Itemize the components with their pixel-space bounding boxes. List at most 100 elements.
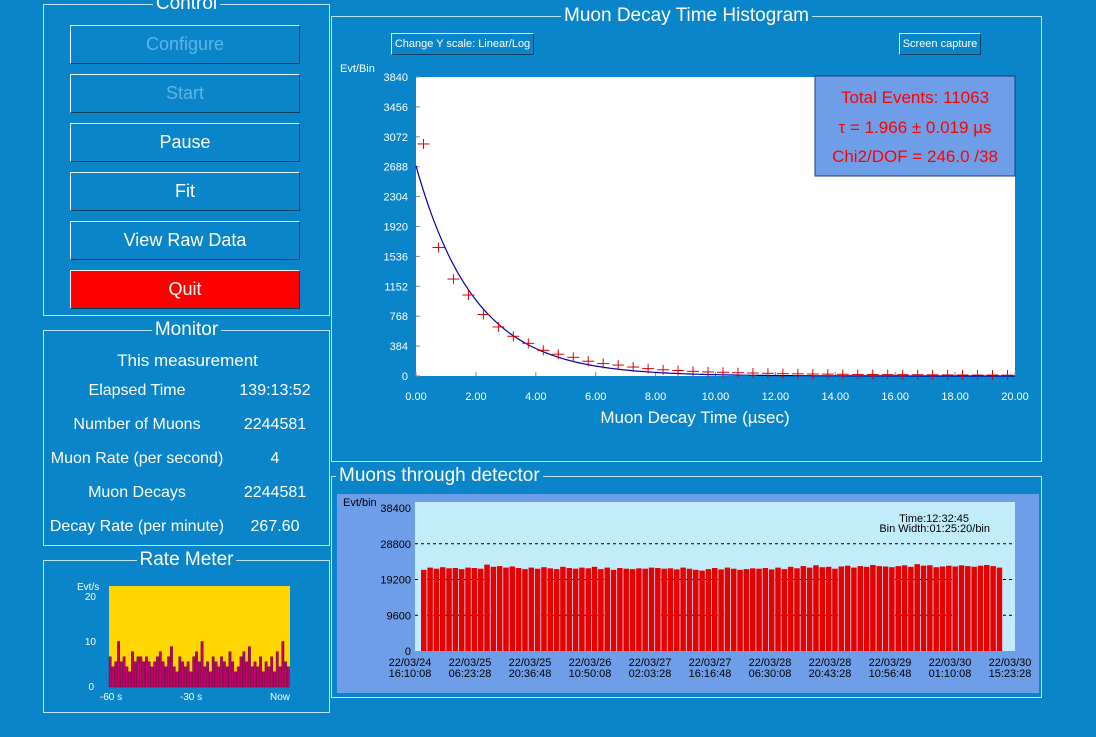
rate-meter-bar: [245, 661, 249, 688]
detector-bar: [825, 566, 832, 651]
histogram-xtick: 20.00: [1001, 391, 1029, 403]
detector-bar: [787, 566, 794, 651]
rate-meter-bar: [231, 661, 235, 688]
detector-bar: [598, 569, 604, 651]
detector-bar: [610, 569, 617, 651]
detector-bar: [990, 566, 996, 651]
detector-bar: [642, 568, 648, 651]
detector-bar: [984, 565, 990, 651]
detector-bar: [623, 568, 629, 651]
rate-meter-bar: [172, 666, 176, 688]
detector-bar: [534, 568, 541, 651]
detector-bar: [952, 566, 958, 651]
detector-bar: [579, 567, 585, 651]
rate-meter-bar: [239, 656, 243, 688]
rate-meter-bar: [181, 661, 184, 688]
detector-bar: [889, 567, 895, 651]
detector-bar: [775, 567, 781, 651]
rate-meter-bar: [136, 656, 140, 688]
rate-meter-bar: [128, 671, 132, 688]
detector-bar: [667, 568, 674, 651]
detector-xtick: 22/03/27 16:16:48: [689, 657, 732, 680]
detector-bar: [629, 569, 636, 651]
detector-ytick: 28800: [380, 539, 411, 551]
detector-ylabel: Evt/bin: [343, 497, 377, 509]
rate-meter-bar: [153, 661, 157, 688]
detector-xtick: 22/03/30 15:23:28: [989, 657, 1032, 680]
detector-ytick: 9600: [387, 610, 411, 622]
monitor-panel-title: Monitor: [151, 319, 222, 340]
detector-bar: [452, 568, 459, 651]
total-events-text: Total Events: 11063: [841, 88, 989, 107]
detector-bar: [528, 567, 535, 651]
elapsed-time-label: Elapsed Time: [88, 382, 186, 399]
detector-bar: [553, 569, 560, 651]
histogram-xtick: 2.00: [465, 391, 486, 403]
detector-bar: [939, 566, 946, 651]
tau-text: τ = 1.966 ± 0.019 µs: [839, 118, 992, 137]
detector-bar: [794, 568, 800, 651]
chi2-text: Chi2/DOF = 246.0 /38: [832, 147, 998, 166]
detector-bar: [680, 567, 686, 651]
detector-xtick: 22/03/29 10:56:48: [869, 657, 912, 680]
detector-bar: [712, 568, 718, 651]
detector-bar: [901, 565, 908, 651]
rate-meter-xtick: -30 s: [180, 692, 202, 703]
detector-bar: [674, 569, 680, 651]
detector-ytick: 19200: [380, 575, 411, 587]
histogram-panel: Muon Decay Time Histogram Change Y scale…: [331, 5, 1042, 462]
rate-meter-bar: [253, 661, 257, 688]
detector-bar: [522, 569, 528, 651]
rate-meter-bar: [147, 661, 151, 688]
histogram-xtick: 8.00: [645, 391, 666, 403]
start-button[interactable]: Start: [70, 74, 300, 113]
detector-bar: [832, 568, 838, 651]
rate-meter-bar: [164, 666, 168, 688]
pause-button[interactable]: Pause: [70, 123, 300, 162]
rate-meter-bar: [144, 656, 148, 688]
rate-meter-bar: [278, 666, 282, 688]
detector-xtick: 22/03/28 20:43:28: [809, 657, 852, 680]
rate-meter-bar: [222, 661, 226, 688]
histogram-ytick: 768: [390, 311, 408, 323]
detector-xtick: 22/03/28 06:30:08: [749, 657, 792, 680]
rate-meter-bar: [256, 666, 260, 688]
detector-bar: [661, 568, 667, 651]
detector-bar: [737, 569, 743, 651]
configure-button[interactable]: Configure: [70, 25, 300, 64]
rate-meter-ytick: 10: [85, 637, 97, 648]
fit-button[interactable]: Fit: [70, 172, 300, 211]
rate-meter-bar: [250, 666, 254, 688]
histogram-ytick: 0: [402, 371, 408, 383]
histogram-ytick: 3072: [384, 132, 408, 144]
detector-bar: [585, 568, 592, 651]
rate-meter-bar: [267, 666, 271, 688]
rate-meter-bar: [111, 666, 115, 688]
monitor-panel: Monitor This measurement Elapsed Time 13…: [43, 319, 330, 546]
detector-bar: [427, 567, 433, 651]
detector-ytick: 38400: [380, 503, 411, 515]
monitor-row-decays: Muon Decays 2244581: [44, 484, 330, 508]
detector-bar: [977, 565, 984, 651]
detector-bar: [718, 569, 724, 651]
detector-bar: [781, 569, 788, 651]
detector-bar: [572, 568, 579, 651]
detector-bar: [421, 569, 427, 651]
view-raw-data-button[interactable]: View Raw Data: [70, 221, 300, 260]
quit-button[interactable]: Quit: [70, 270, 300, 309]
detector-bar: [490, 566, 497, 651]
detector-bar: [433, 568, 440, 651]
detector-bar: [471, 568, 478, 651]
detector-bar: [971, 566, 977, 651]
rate-meter-bar: [139, 656, 143, 688]
detector-bar: [496, 566, 503, 651]
rate-meter-bar: [161, 661, 165, 688]
detector-bar: [946, 565, 952, 651]
detector-bar: [863, 566, 870, 651]
histogram-xtick: 10.00: [702, 391, 730, 403]
histogram-ytick: 1536: [384, 251, 408, 263]
rate-meter-bar: [234, 671, 237, 688]
detector-bin-width-text: Bin Width:01:25:20/bin: [879, 523, 990, 535]
detector-panel: Muons through detector 38400 28800 19200 96…: [331, 465, 1042, 698]
detector-bar: [693, 569, 699, 651]
